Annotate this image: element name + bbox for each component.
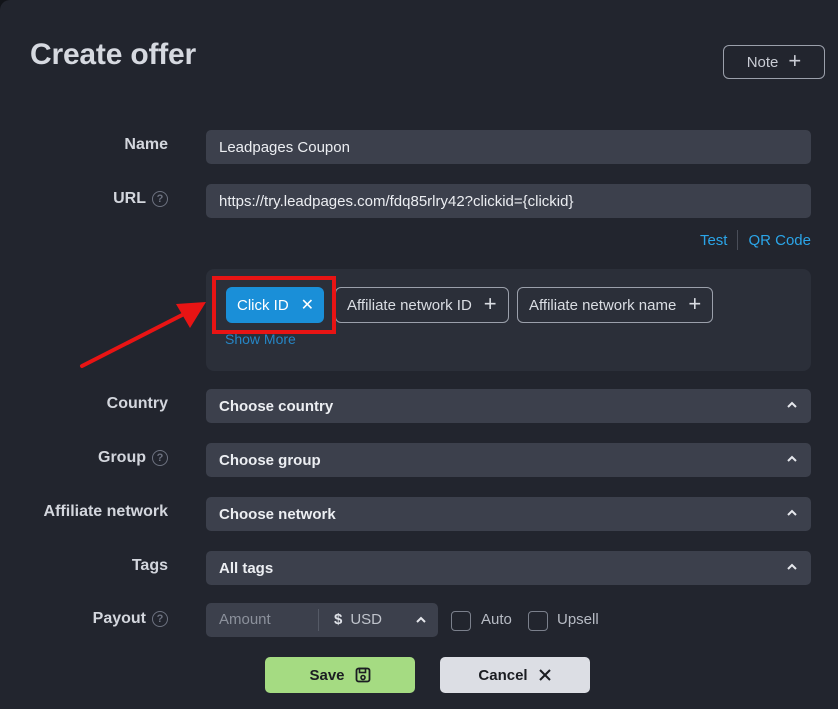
cancel-button[interactable]: Cancel [440,657,590,693]
upsell-label: Upsell [557,611,599,628]
tags-label: Tags [132,557,168,575]
tags-label-text: Tags [131,557,168,574]
chip-label: Affiliate network ID [347,296,472,314]
chevron-up-icon [787,455,797,462]
help-icon[interactable]: ? [152,191,168,207]
affiliate-network-select[interactable]: Choose network [206,497,811,531]
group-select-value: Choose group [219,451,321,469]
affiliate-network-label: Affiliate network [44,503,168,521]
qr-code-link[interactable]: QR Code [748,232,811,249]
payout-amount-input[interactable]: Amount $ USD [206,603,438,637]
chevron-up-icon [416,616,426,623]
note-button[interactable]: Note + [723,45,825,79]
group-label-text: Group [98,449,146,466]
affiliate-network-select-value: Choose network [219,505,336,523]
country-select[interactable]: Choose country [206,389,811,423]
url-label-text: URL [113,190,146,207]
payout-label: Payout ? [93,610,168,628]
chevron-up-icon [787,401,797,408]
chevron-up-icon [787,509,797,516]
floppy-disk-icon [355,667,370,683]
save-button-label: Save [309,666,345,684]
currency-select[interactable]: $ USD [334,611,382,628]
help-icon[interactable]: ? [152,611,168,627]
url-label: URL ? [113,190,168,208]
country-label-text: Country [106,395,168,412]
annotation-highlight-box [212,276,336,334]
group-select[interactable]: Choose group [206,443,811,477]
cancel-button-label: Cancel [478,666,528,684]
note-button-label: Note [746,53,779,71]
name-label-text: Name [124,136,168,153]
create-offer-dialog: Create offer Note + Name Leadpages Coupo… [0,0,838,709]
group-label: Group ? [98,449,168,467]
tags-select-value: All tags [219,559,274,577]
plus-icon: + [788,48,802,73]
help-icon[interactable]: ? [152,450,168,466]
plus-icon: + [688,291,702,316]
currency-symbol: $ [334,611,343,628]
chevron-up-icon [787,563,797,570]
chip-affiliate-network-id[interactable]: Affiliate network ID + [335,287,509,323]
close-icon [538,669,551,681]
name-input[interactable]: Leadpages Coupon [206,130,811,164]
divider [737,230,739,250]
amount-placeholder: Amount [219,611,271,628]
chip-label: Affiliate network name [529,296,677,314]
auto-label: Auto [481,611,512,628]
name-label: Name [124,136,168,154]
affiliate-network-label-text: Affiliate network [43,503,168,520]
country-label: Country [107,395,168,413]
auto-checkbox[interactable] [451,611,471,631]
annotation-arrow [80,302,206,368]
chip-affiliate-network-name[interactable]: Affiliate network name + [517,287,714,323]
upsell-checkbox[interactable] [528,611,548,631]
page-title: Create offer [30,38,196,71]
url-input[interactable]: https://try.leadpages.com/fdq85rlry42?cl… [206,184,811,218]
url-actions: Test QR Code [700,230,811,250]
tags-select[interactable]: All tags [206,551,811,585]
divider [318,609,319,631]
test-link[interactable]: Test [700,232,728,249]
save-button[interactable]: Save [265,657,415,693]
currency-value: USD [350,611,383,628]
plus-icon: + [483,291,497,316]
country-select-value: Choose country [219,397,334,415]
payout-label-text: Payout [92,610,146,627]
